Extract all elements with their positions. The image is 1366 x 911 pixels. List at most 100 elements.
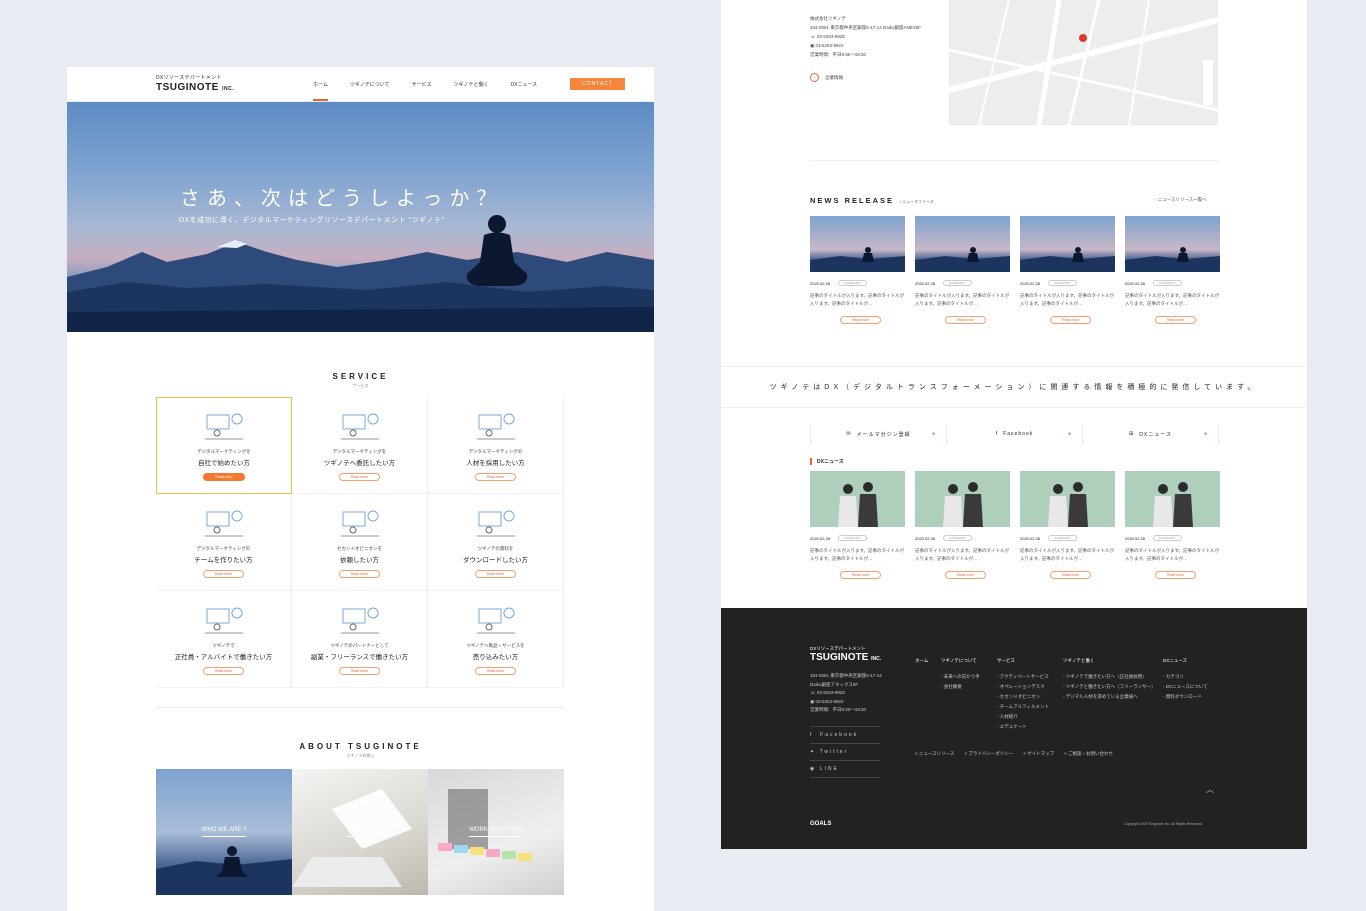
footer-logo-text: TSUGINOTE INC. [810,652,882,663]
read-more-button[interactable]: Read more [1050,316,1092,324]
service-card[interactable]: デジタルマーケティングの チームを作りたい方 Read more [156,494,292,591]
read-more-button[interactable]: Read more [338,473,381,481]
nav-work[interactable]: ツギノテと働く [454,67,489,101]
footer-facebook-link[interactable]: f Facebook [810,726,880,743]
news-item[interactable]: 2020.02.28 CATEGORY 記事のタイトルが入ります。記事のタイトルが… [1125,471,1220,581]
service-card[interactable]: ツギノテの資料を ダウンロードしたい方 Read more [428,494,564,591]
map[interactable] [949,0,1218,125]
news-category[interactable]: CATEGORY [838,280,867,286]
news-category[interactable]: CATEGORY [1048,280,1077,286]
news-item[interactable]: 2020.02.28 CATEGORY 記事のタイトルが入ります。記事のタイトルが… [810,471,905,581]
news-date: 2020.02.28 [810,535,831,541]
news-item[interactable]: 2020.02.28 CATEGORY 記事のタイトルが入ります。記事のタイトルが… [915,216,1010,326]
about-panel-service[interactable]: SERVICE [292,769,428,895]
footer-link[interactable]: - 資料ダウンロード [1163,692,1208,702]
read-more-button[interactable]: Read more [474,473,517,481]
read-more-button[interactable]: Read more [1050,571,1092,579]
footer-link[interactable]: - 人材紹介 [997,712,1049,722]
news-item[interactable]: 2020.02.28 CATEGORY 記事のタイトルが入ります。記事のタイトルが… [810,216,905,326]
news-item[interactable]: 2020.02.28 CATEGORY 記事のタイトルが入ります。記事のタイトルが… [1020,471,1115,581]
footer-link[interactable]: - DXニュースについて [1163,682,1208,692]
service-heading: SERVICE サービス [67,372,654,389]
read-more-button[interactable]: Read more [338,570,381,578]
read-more-button[interactable]: Read more [840,316,882,324]
nav-about[interactable]: ツギノテについて [350,67,390,101]
footer-link-privacy[interactable]: > プライバシーポリシー [964,751,1013,757]
news-category[interactable]: CATEGORY [1048,535,1077,541]
about-panel-who[interactable]: WHO WE ARE ? [156,769,292,895]
footer-logo[interactable]: DXリソースデパートメント TSUGINOTE INC. [810,646,881,663]
news-category[interactable]: CATEGORY [943,280,972,286]
service-lead: ツギノテのパートナーとして [330,643,389,648]
service-card[interactable]: デジタルマーケティングを 自社で始めたい方 Read more [156,397,292,494]
footer-link-sitemap[interactable]: > サイトマップ [1023,751,1054,757]
divider [156,707,564,708]
about-subtitle: ツギノテの想い [346,753,375,758]
footer-link-contact[interactable]: > ご相談・お問い合わせ [1064,751,1113,757]
news-thumbnail [915,471,1010,527]
news-category[interactable]: CATEGORY [943,535,972,541]
nav-home[interactable]: ホーム [313,67,328,101]
read-more-button[interactable]: Read more [474,570,517,578]
read-more-button[interactable]: Read more [1155,316,1197,324]
hero-subtitle: DXを成功に導く、デジタルマーケティングリソースデパートメント "ツギノテ" [179,217,445,224]
service-card[interactable]: ツギノテへ製品・サービスを 売り込みたい方 Read more [428,591,564,688]
company-link[interactable]: › 企業情報 [810,73,921,82]
footer-link-news[interactable]: > ニュースリリース [915,751,954,757]
news-item[interactable]: 2020.02.28 CATEGORY 記事のタイトルが入ります。記事のタイトルが… [1125,216,1220,326]
footer-link[interactable]: - オペレーションデスク [997,682,1049,692]
news-item[interactable]: 2020.02.28 CATEGORY 記事のタイトルが入ります。記事のタイトルが… [915,471,1010,581]
footer-column-heading[interactable]: ホーム [915,656,928,666]
service-card[interactable]: デジタルマーケティングを ツギノテへ委託したい方 Read more [292,397,428,494]
footer-column-heading[interactable]: サービス [997,656,1049,666]
footer-link[interactable]: - ツギノテと働きたい方へ（フリーランサー） [1063,682,1156,692]
footer-link[interactable]: - 会社概要 [941,682,980,692]
footer-column-heading[interactable]: ツギノテと働く [1063,656,1156,666]
news-item[interactable]: 2020.02.28 CATEGORY 記事のタイトルが入ります。記事のタイトルが… [1020,216,1115,326]
footer-twitter-link[interactable]: ✦ Twitter [810,743,880,760]
service-title: 売り込みたい方 [472,654,519,661]
read-more-button[interactable]: Read more [203,473,245,481]
footer-link[interactable]: - エデュケート [997,722,1049,732]
read-more-button[interactable]: Read more [840,571,882,579]
dx-news-list: 2020.02.28 CATEGORY 記事のタイトルが入ります。記事のタイトルが… [810,471,1220,581]
footer-link[interactable]: - セカンドオピニオン [997,692,1049,702]
footer-link[interactable]: - カテゴリ [1163,672,1208,682]
service-card[interactable]: ツギノテのパートナーとして 副業・フリーランスで働きたい方 Read more [292,591,428,688]
nav-dx-news[interactable]: DXニュース [510,67,537,101]
service-grid: デジタルマーケティングを 自社で始めたい方 Read more デジタルマーケテ… [156,397,564,688]
read-more-button[interactable]: Read more [1155,571,1197,579]
footer-line-link[interactable]: ◉ LINE [810,760,880,778]
read-more-button[interactable]: Read more [945,316,987,324]
read-more-button[interactable]: Read more [474,667,517,675]
read-more-button[interactable]: Read more [202,667,245,675]
read-more-button[interactable]: Read more [202,570,245,578]
facebook-link[interactable]: f Facebook ● [947,424,1083,444]
dx-news-link[interactable]: ⊞ DXニュース ● [1083,424,1219,444]
service-illustration [476,413,515,440]
nav-service[interactable]: サービス [412,67,432,101]
site-logo[interactable]: DXリソースデパートメント TSUGINOTE INC. [156,75,234,93]
service-card[interactable]: デジタルマーケティングの 人材を採用したい方 Read more [428,397,564,494]
back-to-top-icon[interactable]: ︿ [1206,784,1214,795]
about-panel-work[interactable]: WORK TOGETHER [428,769,564,895]
footer-link[interactable]: - ツギノテで働きたい方へ（正社員採用） [1063,672,1156,682]
footer-link[interactable]: - 未来への向かう手 [941,672,980,682]
news-category[interactable]: CATEGORY [838,535,867,541]
news-category[interactable]: CATEGORY [1153,280,1182,286]
footer-column-heading[interactable]: DXニュース [1163,656,1208,666]
news-date: 2020.02.28 [915,280,936,286]
footer-fax: ▣ 03-6263-9922 [810,698,844,704]
service-card[interactable]: セカンドオピニオンを 依頼したい方 Read more [292,494,428,591]
read-more-button[interactable]: Read more [338,667,381,675]
news-category[interactable]: CATEGORY [1153,535,1182,541]
read-more-button[interactable]: Read more [945,571,987,579]
footer-link[interactable]: - デジマル人材を求めている企業様へ [1063,692,1156,702]
footer-column-heading[interactable]: ツギノテについて [941,656,980,666]
service-card[interactable]: ツギノテで 正社員・アルバイトで働きたい方 Read more [156,591,292,688]
footer-link[interactable]: - チームアルフィルメント [997,702,1049,712]
contact-button[interactable]: CONTACT [570,78,625,90]
footer-link[interactable]: - アクティベートサービス [997,672,1049,682]
news-more-link[interactable]: › ニュースリリース一覧へ [1155,197,1207,203]
mail-magazine-link[interactable]: ✉ メールマガジン登録 ● [811,424,947,444]
